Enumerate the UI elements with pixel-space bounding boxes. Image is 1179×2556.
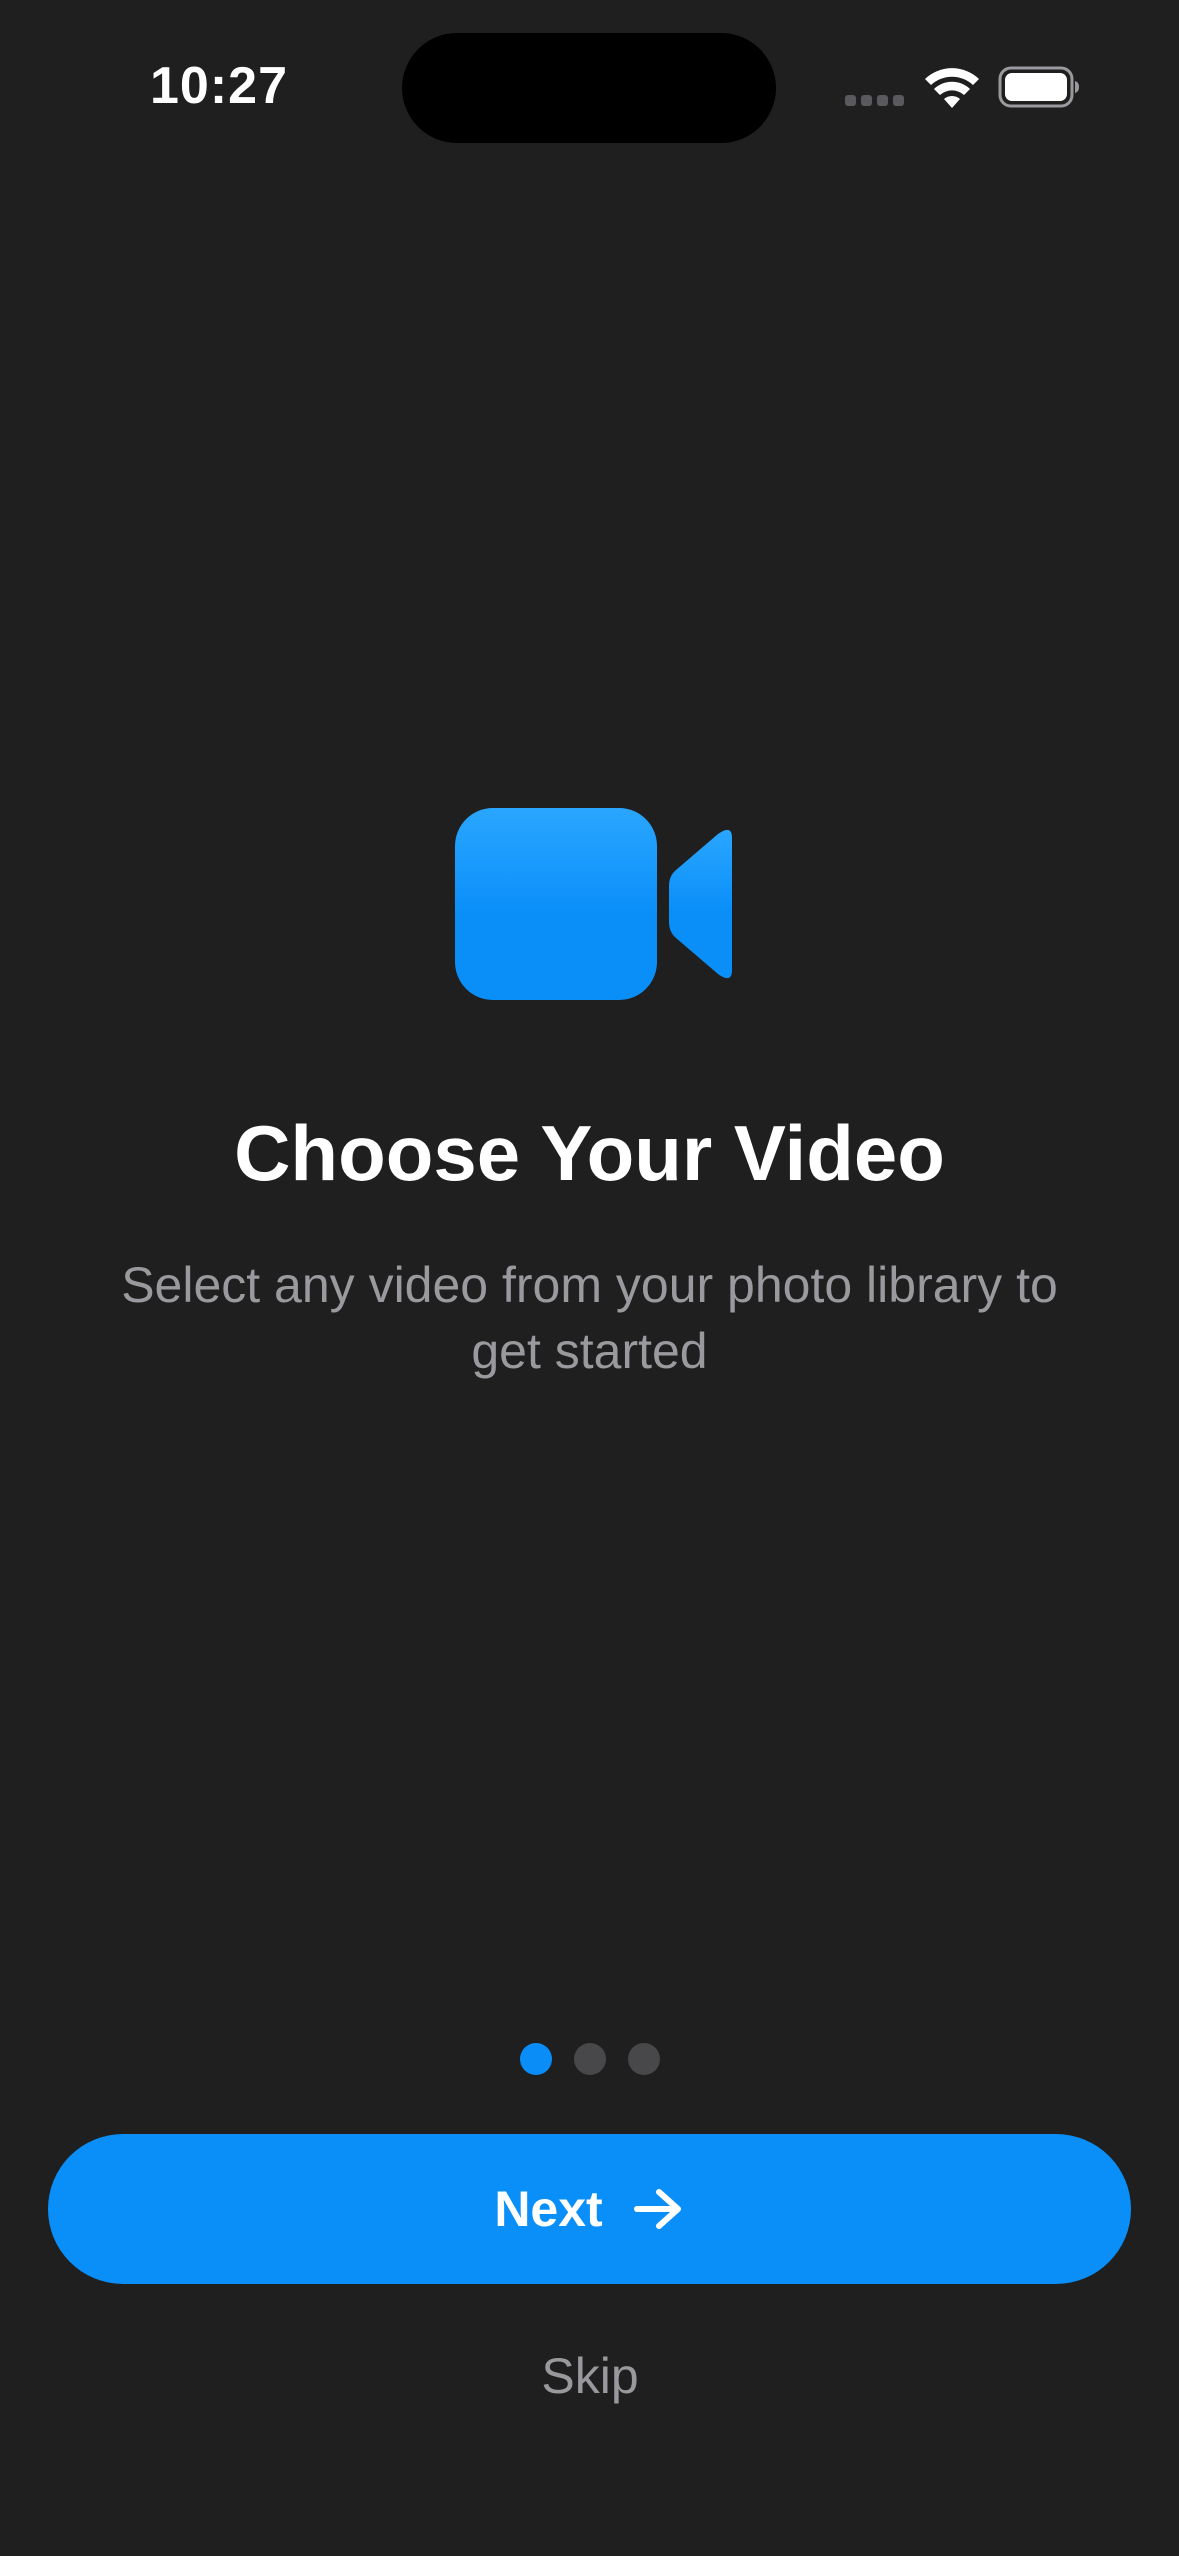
battery-icon <box>998 66 1079 108</box>
cellular-signal-icon <box>845 95 904 106</box>
status-bar: 10:27 <box>0 0 1179 180</box>
arrow-right-icon <box>633 2189 681 2229</box>
page-dot-2 <box>573 2043 606 2075</box>
video-camera-icon <box>455 808 732 1000</box>
page-dot-3 <box>627 2043 660 2075</box>
skip-button[interactable]: Skip <box>490 2336 690 2416</box>
dynamic-island <box>402 33 776 143</box>
next-button[interactable]: Next <box>48 2134 1131 2284</box>
page-subtitle: Select any video from your photo library… <box>121 1257 1058 1379</box>
page-title: Choose Your Video <box>234 1109 945 1197</box>
page-indicator <box>0 2043 1179 2075</box>
next-button-label: Next <box>494 2181 603 2237</box>
status-time: 10:27 <box>150 57 288 115</box>
wifi-icon <box>925 68 979 108</box>
page-dot-1-active <box>519 2043 552 2075</box>
